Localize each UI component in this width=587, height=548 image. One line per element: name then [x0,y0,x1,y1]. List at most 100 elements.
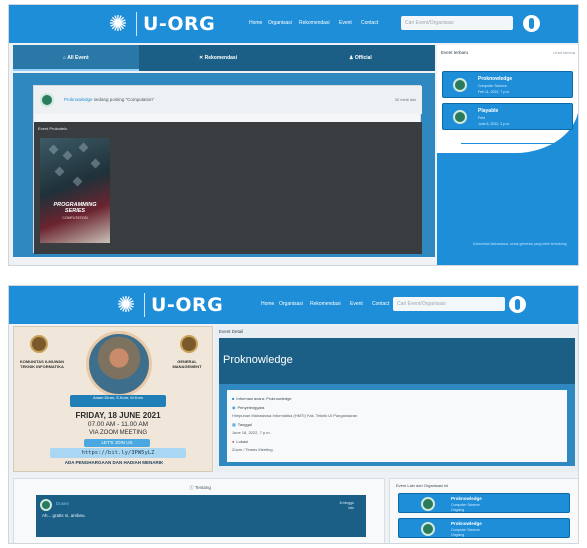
poster-pattern [72,176,83,187]
info-card: ■ Informasi acara: Proknowledge ◉ Penyelen… [227,390,567,462]
nav-contact[interactable]: Contact [361,19,378,27]
sidebar-title: Event terbaru [441,50,469,55]
poster-date: FRIDAY, 18 JUNE 2021 [75,411,161,420]
brand-name[interactable]: U-ORG [151,293,223,317]
info-location-value: Zoom / Teams Meeting [232,447,273,452]
post-header: Proknowledge sedang posting "Computation… [34,86,422,114]
post-time: 30 minit lalu [394,97,416,102]
breadcrumb: Event Detail [219,329,244,334]
nav-rekomendasi[interactable]: Rekomendasi [299,19,330,27]
feed-post[interactable]: Proknowledge sedang posting "Computation… [33,85,422,254]
event-detail-panel: Event Detail Proknowledge ■ Informasi aca… [215,326,578,472]
info-heading: ■ Informasi acara: Proknowledge [232,396,292,401]
poster-right-text: GENERAL MANAGEMENT [172,359,202,369]
org-logo-icon [40,93,54,107]
sidebar-see-all-link[interactable]: Lihat semua [553,50,575,55]
nav-home[interactable]: Home [249,19,262,27]
pin-icon: ● [232,439,235,444]
org-logo-icon [421,497,435,511]
navbar: ✺ U-ORG Home Organisasi Rekomendasi Even… [9,286,578,324]
other-events-section: Event Lain dari Organisasi Ini Proknowle… [389,478,578,543]
feed-tabs: ⌂ All Event ✕ Rekomendasi ♟ Official [13,45,435,71]
poster-subtitle: COMPUTATION [62,216,88,220]
poster-pattern [62,150,73,161]
event-title: Proknowledge [451,496,482,501]
sidebar-event-card[interactable]: Proknowledge Computer Science Feb 11, 20… [442,71,573,98]
info-organizer-label: ◉ Penyelenggara [232,405,265,410]
event-poster-image[interactable]: KOMUNITAS ILMUWAN TEKNIK INFORMATIKA GEN… [13,326,213,472]
about-text: Ah... gratis ni, ambeu. [42,513,86,518]
about-author[interactable]: Dosen [56,501,69,506]
about-time: 8 minggu lalu [339,501,354,510]
poster-place: VIA ZOOM MEETING [88,430,147,436]
sidebar-footer-text: Komunitas Mahasiswa, untuk generasi yang… [473,242,567,246]
nav-organisasi[interactable]: Organisasi [279,300,303,308]
info-date-label: ▦ Tanggal [232,422,252,427]
event-detail-screenshot: ✺ U-ORG Home Organisasi Rekomendasi Even… [8,285,579,544]
speaker-photo [86,331,152,397]
title-banner: Proknowledge [219,338,575,384]
speaker-name: Adam Dinar, S.Kom, M.Kom [70,395,166,407]
tab-all-event[interactable]: ⌂ All Event [63,54,89,62]
brand-name[interactable]: U-ORG [143,12,215,36]
info-icon: ■ [232,396,235,401]
poster-time: 07.00 AM - 11.00 AM [87,421,149,428]
event-org: Computer Science [478,84,507,88]
poster-bottom-text: ADA PENGHARGAAN DAN HADIAH MENARIK [64,460,164,465]
about-card: Dosen 8 minggu lalu Ah... gratis ni, amb… [36,495,366,537]
other-event-card[interactable]: Proknowledge Computer Science Ongoing [398,493,570,513]
event-status: Ongoing [451,508,465,512]
nav-rekomendasi[interactable]: Rekomendasi [310,300,341,308]
home-feed-screenshot: ✺ U-ORG Home Organisasi Rekomendasi Even… [8,4,579,266]
post-author: Proknowledge sedang posting "Computation… [64,97,155,102]
event-org: Computer Science [451,503,480,507]
feed-panel: Proknowledge sedang posting "Computation… [13,73,435,257]
event-org: Free [478,116,486,120]
event-title: Proknowledge [451,521,482,526]
info-organizer-value: Himpunan Mahasiswa Informatika (HMTI) Fa… [232,413,358,418]
info-date-value: June 18, 2022, 7 p.m. [232,430,271,435]
poster-left-text: KOMUNITAS ILMUWAN TEKNIK INFORMATIKA [19,359,65,369]
logo-divider [136,12,137,36]
org-logo-icon [40,499,52,511]
user-avatar-icon[interactable] [509,296,526,313]
info-panel: ■ Informasi acara: Proknowledge ◉ Penyelen… [219,384,575,466]
event-poster-image[interactable]: PROGRAMMING SERIES COMPUTATION [40,138,110,243]
about-heading: ⓘ Tentang [189,485,211,490]
info-location-label: ● Lokasi [232,439,248,444]
org-logo-icon [421,522,435,536]
poster-title: PROGRAMMING SERIES [53,202,97,214]
post-caption: Event Prokodelu [38,126,68,131]
user-avatar-icon[interactable] [523,15,540,32]
emblem-icon [180,335,198,353]
nav-event[interactable]: Event [339,19,352,27]
other-event-card[interactable]: Proknowledge Computer Science Ongoing [398,518,570,538]
poster-pattern [78,142,89,153]
org-logo-icon [453,78,467,92]
tab-official[interactable]: ♟ Official [349,54,372,62]
navbar: ✺ U-ORG Home Organisasi Rekomendasi Even… [9,5,578,43]
sidebar-panel: Event terbaru Lihat semua Proknowledge C… [437,45,578,153]
poster-pattern [48,144,59,155]
gear-logo-icon: ✺ [116,292,136,317]
poster-join: LET'S JOIN US [84,439,150,447]
poster-pattern [90,158,101,169]
event-status: Ongoing [451,533,465,537]
poster-pattern [54,166,65,177]
nav-event[interactable]: Event [350,300,363,308]
post-media: Event Prokodelu PROGRAMMING SERIES COMPU… [34,122,422,254]
search-input[interactable]: Cari Event/Organisasi [393,297,505,311]
tab-rekomendasi[interactable]: ✕ Rekomendasi [199,54,237,62]
about-section: ⓘ Tentang Dosen 8 minggu lalu Ah... grat… [13,478,385,543]
nav-home[interactable]: Home [261,300,274,308]
nav-organisasi[interactable]: Organisasi [268,19,292,27]
logo-divider [144,293,145,317]
search-input[interactable]: Cari Event/Organisasi [401,16,513,30]
event-title: Proknowledge [478,76,513,82]
page-title: Proknowledge [223,354,293,366]
users-icon: ◉ [232,405,236,410]
nav-contact[interactable]: Contact [372,300,389,308]
sidebar-event-card[interactable]: Playable Free June 8, 2022, 3 p.m. [442,103,573,130]
sidebar-divider [461,143,555,144]
org-logo-icon [453,110,467,124]
